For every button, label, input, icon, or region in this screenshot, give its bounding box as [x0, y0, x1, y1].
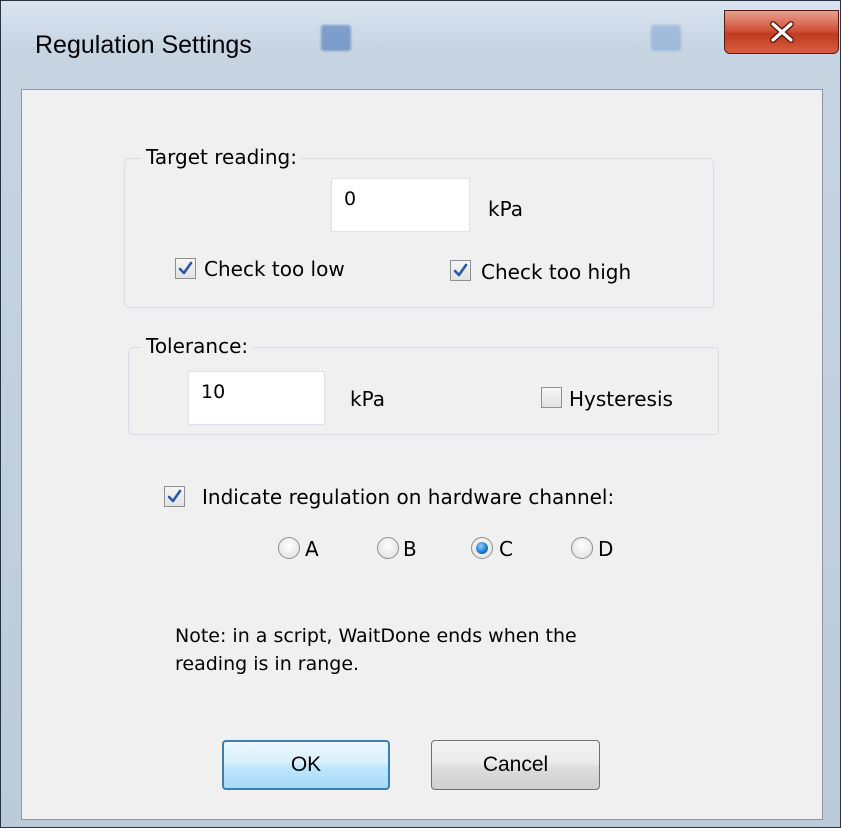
channel-c-radio[interactable]	[471, 537, 493, 559]
tolerance-label: Tolerance:	[142, 334, 253, 358]
check-too-low-label[interactable]: Check too low	[204, 257, 345, 281]
title-bar[interactable]: Regulation Settings	[1, 1, 840, 89]
dialog-window: Regulation Settings Target reading: 0 kP…	[0, 0, 841, 828]
dialog-body: Target reading: 0 kPa Check too low Chec…	[21, 89, 823, 820]
channel-b-label[interactable]: B	[403, 537, 417, 561]
ok-button[interactable]: OK	[222, 740, 390, 790]
target-value-input[interactable]: 0	[331, 178, 470, 232]
check-too-low-checkbox[interactable]	[175, 258, 196, 279]
check-too-high-label[interactable]: Check too high	[481, 260, 631, 284]
hysteresis-label[interactable]: Hysteresis	[569, 387, 673, 411]
target-unit-label: kPa	[488, 197, 523, 221]
cancel-button[interactable]: Cancel	[431, 740, 600, 790]
note-text: Note: in a script, WaitDone ends when th…	[175, 622, 577, 678]
close-button[interactable]	[724, 10, 839, 54]
channel-d-radio[interactable]	[571, 537, 593, 559]
tolerance-unit-label: kPa	[350, 387, 385, 411]
channel-a-radio[interactable]	[278, 537, 300, 559]
channel-c-label[interactable]: C	[499, 537, 513, 561]
hysteresis-checkbox[interactable]	[541, 387, 562, 408]
checkmark-icon	[167, 489, 182, 503]
check-too-high-checkbox[interactable]	[450, 260, 471, 281]
close-x-icon	[769, 21, 794, 43]
note-line-1: Note: in a script, WaitDone ends when th…	[175, 625, 577, 647]
indicate-regulation-checkbox[interactable]	[164, 486, 185, 507]
radio-selected-dot	[476, 542, 488, 554]
target-reading-label: Target reading:	[142, 145, 301, 169]
indicate-regulation-label[interactable]: Indicate regulation on hardware channel:	[202, 485, 614, 509]
note-line-2: reading is in range.	[175, 653, 360, 675]
channel-b-radio[interactable]	[377, 537, 399, 559]
channel-d-label[interactable]: D	[598, 537, 613, 561]
tolerance-value-input[interactable]: 10	[188, 371, 325, 425]
background-blur	[321, 25, 351, 51]
window-title: Regulation Settings	[35, 31, 252, 59]
channel-a-label[interactable]: A	[305, 537, 319, 561]
checkmark-icon	[178, 261, 193, 275]
checkmark-icon	[453, 263, 468, 277]
background-blur	[651, 25, 681, 51]
